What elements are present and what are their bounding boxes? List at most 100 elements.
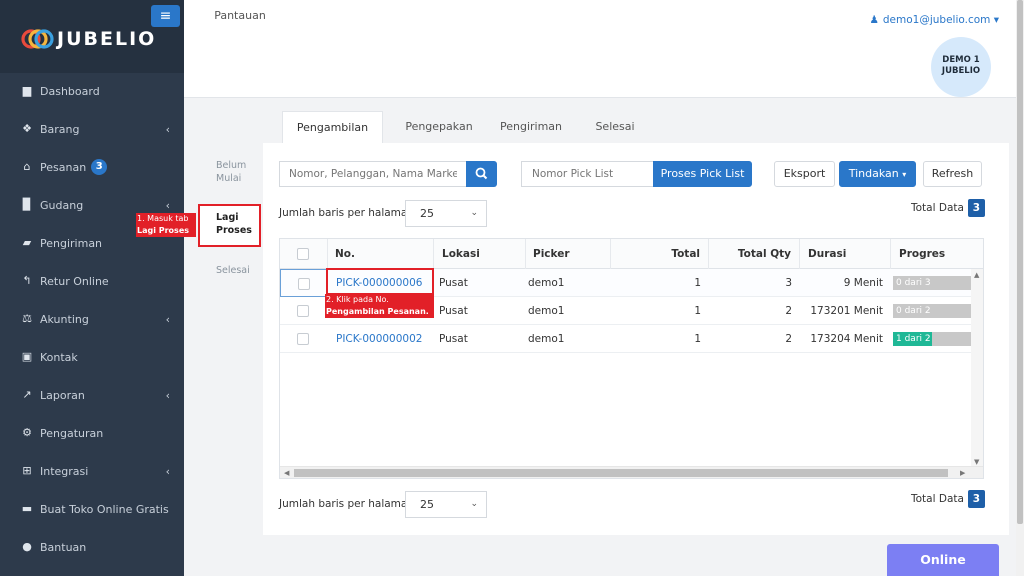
rows-per-page-select[interactable]: 25 ⌄ bbox=[405, 200, 487, 227]
action-dropdown-button[interactable]: Tindakan ▾ bbox=[839, 161, 916, 187]
cell-total-pesanan: 1 bbox=[694, 305, 701, 317]
table-row[interactable]: PICK-000000002 Pusat demo1 1 2 173204 Me… bbox=[280, 325, 983, 353]
progress-text: 0 dari 2 bbox=[896, 306, 931, 316]
progress-bar: 0 dari 2 bbox=[893, 304, 971, 318]
pick-list-field[interactable] bbox=[521, 161, 654, 187]
annotation-step2-line1: 2. Klik pada No. bbox=[326, 295, 389, 304]
page-scrollbar[interactable] bbox=[1016, 0, 1024, 576]
tab-pengiriman[interactable]: Pengiriman bbox=[492, 111, 570, 143]
table-horizontal-scrollbar[interactable]: ◀ ▶ bbox=[280, 466, 983, 478]
sidebar-item-label: Barang bbox=[40, 122, 80, 136]
sidebar-item-retur-online[interactable]: ↰ Retur Online bbox=[0, 262, 184, 300]
sidebar-item-label: Pengiriman bbox=[40, 236, 103, 250]
caret-down-icon: ▾ bbox=[993, 14, 999, 26]
tab-selesai[interactable]: Selesai bbox=[588, 111, 642, 143]
basket-icon: ⌂ bbox=[23, 160, 31, 173]
subtab-selesai[interactable]: Selesai bbox=[216, 264, 256, 277]
cubes-icon: ❖ bbox=[22, 122, 32, 135]
column-progres[interactable]: Progres bbox=[891, 239, 983, 269]
export-button[interactable]: Eksport bbox=[774, 161, 835, 187]
row-select-cell[interactable] bbox=[280, 325, 328, 353]
select-all-checkbox[interactable] bbox=[297, 248, 309, 260]
total-data-label: Total Data bbox=[911, 202, 964, 214]
chevron-left-icon: ‹ bbox=[165, 388, 170, 402]
rows-per-page-select-bottom[interactable]: 25 ⌄ bbox=[405, 491, 487, 518]
sidebar-item-kontak[interactable]: ▣ Kontak bbox=[0, 338, 184, 376]
row-checkbox[interactable] bbox=[298, 278, 310, 290]
row-checkbox[interactable] bbox=[297, 333, 309, 345]
sidebar-item-bantuan[interactable]: ● Bantuan bbox=[0, 528, 184, 566]
scroll-left-icon[interactable]: ◀ bbox=[284, 467, 289, 478]
table-vertical-scrollbar[interactable]: ▲ ▼ bbox=[971, 269, 983, 468]
total-data-label: Total Data bbox=[911, 493, 964, 505]
chevron-left-icon: ‹ bbox=[165, 122, 170, 136]
hamburger-icon[interactable]: ≡ bbox=[151, 5, 180, 27]
sidebar-item-label: Pengaturan bbox=[40, 426, 104, 440]
sidebar-item-label: Pesanan bbox=[40, 160, 87, 174]
sidebar-item-buat-toko[interactable]: ▬ Buat Toko Online Gratis bbox=[0, 490, 184, 528]
sidebar-item-label: Buat Toko Online Gratis bbox=[40, 502, 169, 516]
column-no-pengambilan[interactable]: No. Pengambilan bbox=[328, 239, 434, 290]
scroll-down-icon[interactable]: ▼ bbox=[974, 458, 979, 466]
cell-picker: demo1 bbox=[528, 333, 565, 345]
avatar[interactable]: DEMO 1 JUBELIO bbox=[931, 37, 991, 97]
column-lokasi[interactable]: Lokasi bbox=[434, 239, 526, 269]
column-durasi[interactable]: Durasi bbox=[800, 239, 891, 269]
top-header: ♟ demo1@jubelio.com ▾ DEMO 1 JUBELIO bbox=[184, 0, 1016, 98]
sidebar-item-pengaturan[interactable]: ⚙ Pengaturan bbox=[0, 414, 184, 452]
line-chart-icon: ↗ bbox=[22, 388, 32, 401]
cogs-icon: ⚙ bbox=[22, 426, 32, 439]
sidebar-item-dashboard[interactable]: ▆ Dashboard bbox=[0, 72, 184, 110]
annotation-box-lagi-proses bbox=[198, 204, 261, 247]
rows-per-page-value: 25 bbox=[420, 498, 434, 511]
user-menu[interactable]: ♟ demo1@jubelio.com ▾ bbox=[869, 14, 999, 26]
sidebar-item-label: Integrasi bbox=[40, 464, 89, 478]
progress-bar: 0 dari 3 bbox=[893, 276, 971, 290]
row-checkbox[interactable] bbox=[297, 305, 309, 317]
chevron-left-icon: ‹ bbox=[165, 312, 170, 326]
online-status-button[interactable]: Online bbox=[887, 544, 999, 576]
rows-per-page-label-bottom: Jumlah baris per halaman bbox=[279, 498, 415, 510]
annotation-step2: 2. Klik pada No. Pengambilan Pesanan. bbox=[325, 294, 434, 318]
scale-icon: ⚖ bbox=[22, 312, 32, 325]
pick-number-link[interactable]: PICK-000000002 bbox=[328, 325, 434, 353]
column-total-pesanan[interactable]: Total Pesanan bbox=[611, 239, 709, 290]
header-select-all[interactable] bbox=[280, 239, 328, 269]
sidebar-item-integrasi[interactable]: ⊞ Integrasi ‹ bbox=[0, 452, 184, 490]
column-total-qty[interactable]: Total Qty bbox=[709, 239, 800, 269]
jubelio-logo-icon bbox=[21, 29, 54, 49]
subtab-belum-mulai[interactable]: Belum Mulai bbox=[216, 159, 256, 185]
row-select-cell[interactable] bbox=[280, 297, 328, 325]
search-field[interactable] bbox=[279, 161, 467, 187]
cell-total-qty: 3 bbox=[785, 277, 792, 289]
cell-lokasi: Pusat bbox=[439, 277, 468, 289]
truck-icon: ▰ bbox=[22, 236, 32, 249]
sidebar-item-pesanan[interactable]: ⌂ Pesanan 3 bbox=[0, 148, 184, 186]
scroll-right-icon[interactable]: ▶ bbox=[960, 467, 965, 478]
search-input[interactable] bbox=[280, 162, 466, 186]
sidebar-item-akunting[interactable]: ⚖ Akunting ‹ bbox=[0, 300, 184, 338]
chevron-down-icon: ⌄ bbox=[470, 208, 478, 218]
cell-total-pesanan: 1 bbox=[694, 277, 701, 289]
horizontal-scroll-thumb[interactable] bbox=[294, 469, 948, 477]
total-data: Total Data 3 bbox=[911, 199, 985, 217]
question-icon: ● bbox=[22, 540, 32, 553]
refresh-button[interactable]: Refresh bbox=[923, 161, 982, 187]
process-pick-list-button[interactable]: Proses Pick List bbox=[653, 161, 752, 187]
sidebar-item-barang[interactable]: ❖ Barang ‹ bbox=[0, 110, 184, 148]
tab-pengambilan[interactable]: Pengambilan bbox=[282, 111, 383, 143]
sidebar-item-label: Retur Online bbox=[40, 274, 109, 288]
cell-picker: demo1 bbox=[528, 277, 565, 289]
row-select-cell[interactable] bbox=[280, 269, 328, 297]
sidebar-item-laporan[interactable]: ↗ Laporan ‹ bbox=[0, 376, 184, 414]
scroll-up-icon[interactable]: ▲ bbox=[974, 271, 979, 279]
sidebar-item-label: Gudang bbox=[40, 198, 84, 212]
column-picker[interactable]: Picker bbox=[526, 239, 611, 269]
contact-card-icon: ▣ bbox=[21, 350, 33, 363]
tab-pengepakan[interactable]: Pengepakan bbox=[393, 111, 485, 143]
building-icon: ▉ bbox=[22, 198, 32, 211]
search-button[interactable] bbox=[466, 161, 497, 187]
annotation-step1: 1. Masuk tab Lagi Proses bbox=[136, 213, 196, 237]
tab-pantauan[interactable]: Pantauan bbox=[205, 0, 275, 32]
pick-list-input[interactable] bbox=[522, 162, 653, 186]
